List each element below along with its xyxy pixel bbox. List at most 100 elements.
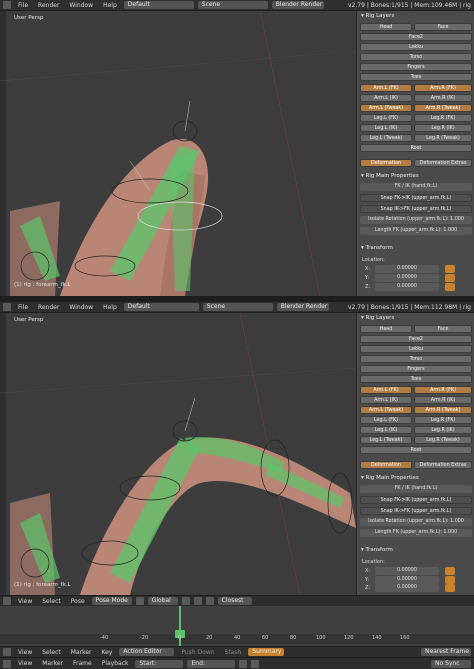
- layer-root-b[interactable]: Root: [360, 446, 472, 454]
- layer-leg-l-tweak[interactable]: Leg.L (Tweak): [360, 134, 412, 142]
- layer-torso[interactable]: Torso: [360, 53, 472, 61]
- layer-arm-l-tweak[interactable]: Arm.L (Tweak): [360, 104, 412, 112]
- menu-render[interactable]: Render: [35, 2, 62, 9]
- isolate-rotation-field[interactable]: Isolate Rotation (upper_arm.fk.L): 1.000: [360, 216, 472, 224]
- menu-render-bottom[interactable]: Render: [35, 304, 62, 311]
- jump-end-icon[interactable]: [251, 659, 260, 668]
- layer-leg-r-tweak[interactable]: Leg.R (Tweak): [414, 134, 472, 142]
- snap-ik-fk-button[interactable]: Snap IK->FK (upper_arm.fk.L): [360, 205, 472, 213]
- fk-ik-slider-b[interactable]: FK / IK (hand.fk.L): [360, 485, 472, 493]
- engine-select[interactable]: Blender Render: [271, 1, 324, 9]
- layer-face-b[interactable]: Face: [414, 325, 472, 333]
- blender-icon[interactable]: [3, 1, 11, 9]
- layer-head-b[interactable]: Head: [360, 325, 412, 333]
- loc-x-field-b[interactable]: 0.00000: [375, 567, 439, 575]
- loc-z-field-b[interactable]: 0.00000: [375, 584, 439, 592]
- layer-leg-l-fk-b[interactable]: Leg.L (FK): [360, 416, 412, 424]
- lock-x-icon-b[interactable]: [445, 567, 455, 575]
- layer-toes-b[interactable]: Toes: [360, 375, 472, 383]
- layer-icon[interactable]: [181, 597, 190, 605]
- editor-type-icon[interactable]: [3, 597, 11, 605]
- layer-leg-l-ik-b[interactable]: Leg.L (IK): [360, 426, 412, 434]
- lock-y-icon-b[interactable]: [445, 576, 455, 584]
- shading-icon[interactable]: [135, 597, 144, 605]
- lock-x-icon[interactable]: [445, 265, 455, 273]
- ae-key-menu[interactable]: Key: [99, 649, 116, 656]
- layer-head[interactable]: Head: [360, 23, 412, 31]
- layer-arm-r-tweak[interactable]: Arm.R (Tweak): [414, 104, 472, 112]
- loc-x-field[interactable]: 0.00000: [375, 265, 439, 273]
- mode-select[interactable]: Pose Mode: [91, 597, 132, 605]
- layer-leg-r-fk[interactable]: Leg.R (FK): [414, 114, 472, 122]
- layer-lekku-b[interactable]: Lekku: [360, 345, 472, 353]
- push-down-button[interactable]: Push Down: [178, 649, 217, 656]
- layer-arm-l-ik[interactable]: Arm.L (IK): [360, 94, 412, 102]
- layer-face[interactable]: Face: [414, 23, 472, 31]
- rig-main-header-bottom[interactable]: ▾ Rig Main Properties: [357, 473, 474, 483]
- layer-root[interactable]: Root: [360, 144, 472, 152]
- menu-window[interactable]: Window: [66, 2, 96, 9]
- layer-leg-l-tweak-b[interactable]: Leg.L (Tweak): [360, 436, 412, 444]
- loc-y-field[interactable]: 0.00000: [375, 274, 439, 282]
- scene-select[interactable]: Scene: [197, 1, 268, 9]
- layer-deformation-extras-b[interactable]: Deformation Extras: [414, 461, 472, 469]
- layer-leg-l-fk[interactable]: Leg.L (FK): [360, 114, 412, 122]
- viewport-bottom[interactable]: User Persp (1) rig : forearm_fk.L: [0, 313, 356, 595]
- lock-z-icon[interactable]: [445, 283, 455, 291]
- length-fk-field-b[interactable]: Length FK (upper_arm.fk.L): 1.000: [360, 529, 472, 537]
- ae-mode-select[interactable]: Action Editor: [119, 648, 175, 656]
- magnet-icon[interactable]: [205, 597, 214, 605]
- fk-ik-slider[interactable]: FK / IK (hand.fk.L): [360, 183, 472, 191]
- layer-arm-r-fk-b[interactable]: Arm.R (FK): [414, 386, 472, 394]
- summary-toggle[interactable]: Summary: [248, 648, 285, 656]
- end-frame-field[interactable]: End:: [187, 659, 236, 668]
- layer-deformation[interactable]: Deformation: [360, 159, 412, 167]
- layer-arm-l-fk-b[interactable]: Arm.L (FK): [360, 386, 412, 394]
- stash-button[interactable]: Stash: [222, 649, 245, 656]
- layout-select-bottom[interactable]: Default: [123, 303, 199, 311]
- layer-icon-2[interactable]: [193, 597, 202, 605]
- timeline-icon[interactable]: [3, 659, 11, 668]
- tl-playback-menu[interactable]: Playback: [99, 660, 132, 667]
- sync-select[interactable]: No Sync: [431, 659, 471, 668]
- layer-arm-l-tweak-b[interactable]: Arm.L (Tweak): [360, 406, 412, 414]
- layer-face2[interactable]: Face2: [360, 33, 472, 41]
- lock-y-icon[interactable]: [445, 274, 455, 282]
- layer-leg-r-ik-b[interactable]: Leg.R (IK): [414, 426, 472, 434]
- layout-select[interactable]: Default: [123, 1, 194, 9]
- layer-fingers-b[interactable]: Fingers: [360, 365, 472, 373]
- transform-header[interactable]: ▾ Transform: [357, 243, 474, 253]
- orientation-select[interactable]: Global: [147, 597, 178, 605]
- layer-arm-r-fk[interactable]: Arm.R (FK): [414, 84, 472, 92]
- transform-header-bottom[interactable]: ▾ Transform: [357, 545, 474, 555]
- tl-marker-menu[interactable]: Marker: [39, 660, 66, 667]
- isolate-rotation-field-b[interactable]: Isolate Rotation (upper_arm.fk.L): 1.000: [360, 518, 472, 526]
- layer-lekku[interactable]: Lekku: [360, 43, 472, 51]
- tl-view-menu[interactable]: View: [15, 660, 35, 667]
- menu-window-bottom[interactable]: Window: [66, 304, 96, 311]
- blender-icon-bottom[interactable]: [3, 303, 11, 311]
- scene-select-bottom[interactable]: Scene: [202, 303, 273, 311]
- layer-leg-l-ik[interactable]: Leg.L (IK): [360, 124, 412, 132]
- layer-fingers[interactable]: Fingers: [360, 63, 472, 71]
- loc-z-field[interactable]: 0.00000: [375, 283, 439, 291]
- layer-deformation-b[interactable]: Deformation: [360, 461, 412, 469]
- snap-fk-ik-button[interactable]: Snap FK->IK (upper_arm.fk.L): [360, 194, 472, 202]
- layer-leg-r-ik[interactable]: Leg.R (IK): [414, 124, 472, 132]
- lock-z-icon-b[interactable]: [445, 584, 455, 592]
- menu-help[interactable]: Help: [100, 2, 120, 9]
- menu-help-bottom[interactable]: Help: [100, 304, 120, 311]
- layer-arm-r-tweak-b[interactable]: Arm.R (Tweak): [414, 406, 472, 414]
- action-editor[interactable]: -40 -20 0 20 40 60 80 100 120 140 160: [0, 606, 474, 646]
- dopesheet-icon[interactable]: [3, 648, 11, 656]
- nearest-frame-select[interactable]: Nearest Frame: [421, 648, 471, 656]
- ae-view-menu[interactable]: View: [15, 649, 35, 656]
- menu-file-bottom[interactable]: File: [15, 304, 31, 311]
- snap-ik-fk-button-b[interactable]: Snap IK->FK (upper_arm.fk.L): [360, 507, 472, 515]
- play-icon[interactable]: [239, 659, 248, 668]
- rig-layers-header-bottom[interactable]: ▾ Rig Layers: [357, 313, 474, 323]
- rig-main-header[interactable]: ▾ Rig Main Properties: [357, 171, 474, 181]
- snap-select[interactable]: Closest: [217, 597, 252, 605]
- layer-torso-b[interactable]: Torso: [360, 355, 472, 363]
- view-menu[interactable]: View: [15, 598, 35, 605]
